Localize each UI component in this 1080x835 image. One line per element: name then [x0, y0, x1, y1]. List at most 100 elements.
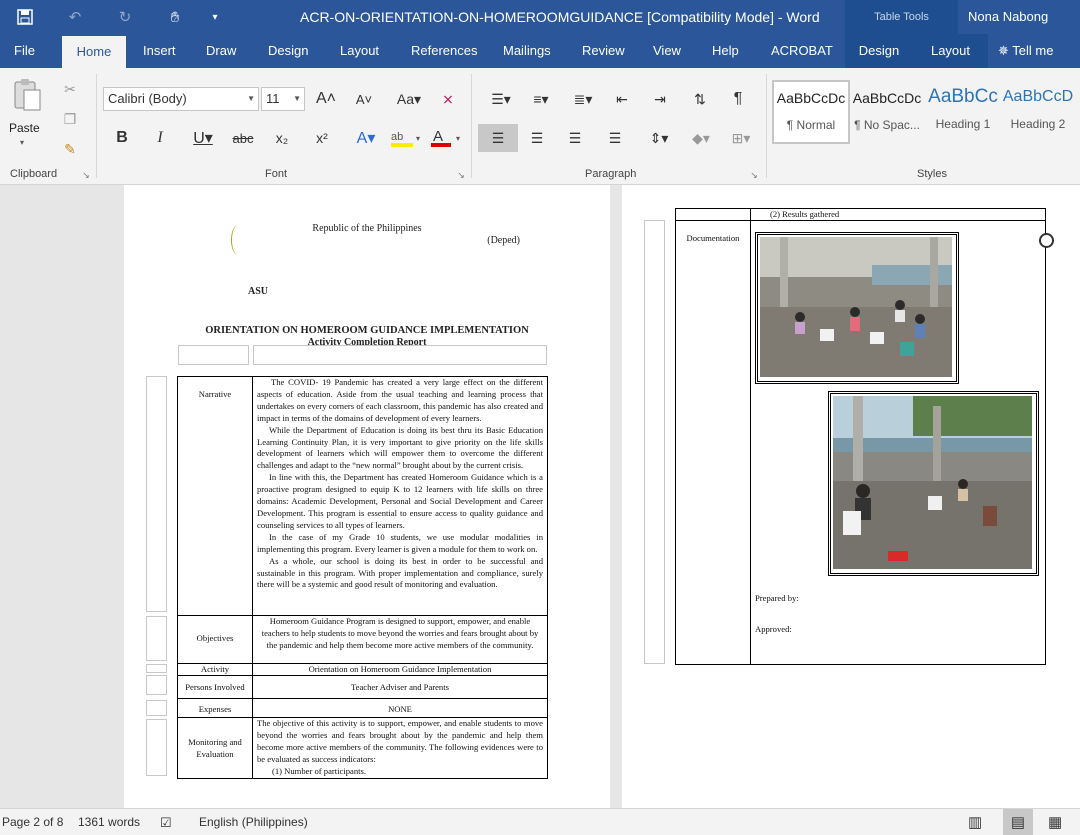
tab-design[interactable]: Design: [262, 34, 314, 68]
borders-icon[interactable]: ⊞▾: [724, 126, 758, 150]
persons-involved-text[interactable]: Teacher Adviser and Parents: [257, 682, 543, 694]
image-rotate-handle[interactable]: [1039, 233, 1054, 248]
chevron-down-icon: ▼: [293, 94, 301, 103]
table-divider: [750, 208, 751, 665]
objectives-text[interactable]: Homeroom Guidance Program is designed to…: [257, 616, 543, 662]
proofing-icon[interactable]: ☑: [160, 809, 172, 835]
tab-table-layout[interactable]: Layout: [913, 34, 988, 68]
expenses-label: Expenses: [198, 704, 232, 714]
increase-indent-icon[interactable]: ⇥: [648, 88, 672, 110]
activity-text[interactable]: Orientation on Homeroom Guidance Impleme…: [257, 664, 543, 676]
monitoring-item-1[interactable]: (1) Number of participants.: [272, 766, 532, 778]
group-divider: [96, 74, 97, 178]
lightbulb-icon: ✵︎: [998, 43, 1009, 58]
undo-icon[interactable]: ↶: [50, 0, 100, 34]
change-case-icon[interactable]: Aa▾: [392, 88, 426, 110]
font-launcher-icon[interactable]: ↘: [455, 168, 467, 182]
paste-dropdown-icon[interactable]: ▾: [20, 138, 24, 147]
read-mode-icon[interactable]: ▥: [968, 809, 982, 835]
style-heading-2[interactable]: AaBbCcD Heading 2: [1002, 82, 1074, 142]
highlight-color-icon[interactable]: ab ▾: [388, 126, 426, 150]
underline-icon[interactable]: U▾: [186, 126, 220, 150]
outer-table-cell: [146, 700, 167, 716]
clear-formatting-icon[interactable]: ⨯: [436, 88, 460, 110]
page-count[interactable]: Page 2 of 8: [2, 809, 63, 835]
tab-mailings[interactable]: Mailings: [497, 34, 557, 68]
style-heading-1[interactable]: AaBbCc Heading 1: [926, 82, 1000, 142]
paste-icon[interactable]: [8, 76, 46, 114]
document-canvas[interactable]: Republic of the Philippines (Deped) ASU …: [0, 185, 1080, 808]
clipboard-launcher-icon[interactable]: ↘: [80, 168, 92, 182]
seal-logo-fragment: [231, 225, 245, 255]
user-name[interactable]: Nona Nabong: [968, 0, 1048, 34]
shading-icon[interactable]: ◆▾: [684, 126, 718, 150]
save-icon[interactable]: [0, 0, 50, 34]
grow-font-icon[interactable]: A˄: [314, 88, 338, 110]
tab-insert[interactable]: Insert: [137, 34, 182, 68]
narrative-label: Narrative: [198, 389, 232, 399]
tab-layout[interactable]: Layout: [334, 34, 385, 68]
web-layout-icon[interactable]: ▦: [1048, 809, 1062, 835]
font-name-combo[interactable]: Calibri (Body) ▼: [103, 87, 259, 111]
narrative-paragraph: As a whole, our school is doing its best…: [257, 555, 543, 590]
tab-view[interactable]: View: [647, 34, 687, 68]
style-normal[interactable]: AaBbCcDc ¶ Normal: [774, 82, 848, 142]
objectives-label: Objectives: [196, 633, 234, 643]
monitoring-item-2[interactable]: (2) Results gathered: [770, 209, 970, 221]
document-page-2[interactable]: (2) Results gathered Documentation Prepa…: [622, 185, 1080, 808]
paragraph-launcher-icon[interactable]: ↘: [748, 168, 760, 182]
decrease-indent-icon[interactable]: ⇤: [610, 88, 634, 110]
justify-icon[interactable]: ☰: [602, 126, 628, 150]
format-painter-icon[interactable]: ✎︎: [58, 138, 82, 160]
tab-references[interactable]: References: [405, 34, 483, 68]
documentation-label: Documentation: [686, 233, 740, 243]
tab-table-design[interactable]: Design: [845, 34, 913, 68]
cut-icon[interactable]: ✂︎: [58, 78, 82, 100]
monitoring-text[interactable]: The objective of this activity is to sup…: [257, 718, 543, 766]
documentation-photo-2[interactable]: [828, 391, 1039, 576]
tab-home[interactable]: Home: [62, 36, 126, 68]
expenses-text[interactable]: NONE: [257, 704, 543, 716]
report-title: ORIENTATION ON HOMEROOM GUIDANCE IMPLEME…: [205, 325, 529, 336]
style-name: Heading 1: [935, 117, 991, 131]
align-left-icon[interactable]: ☰: [478, 124, 518, 152]
outer-table-cell: [146, 675, 167, 695]
tab-draw[interactable]: Draw: [200, 34, 242, 68]
tab-help[interactable]: Help: [706, 34, 745, 68]
narrative-text[interactable]: The COVID- 19 Pandemic has created a ver…: [257, 377, 543, 613]
numbering-icon[interactable]: ≡▾: [524, 88, 558, 110]
bold-icon[interactable]: B: [110, 126, 134, 150]
superscript-icon[interactable]: x²: [310, 126, 334, 150]
show-formatting-icon[interactable]: ¶: [726, 88, 750, 110]
line-spacing-icon[interactable]: ⇕▾: [642, 126, 676, 150]
sort-icon[interactable]: ⇅: [688, 88, 712, 110]
narrative-paragraph: In line with this, the Department has cr…: [257, 472, 543, 530]
shrink-font-icon[interactable]: A˅: [352, 88, 376, 110]
tab-acrobat[interactable]: ACROBAT: [765, 34, 839, 68]
redo-icon[interactable]: ↻: [100, 0, 150, 34]
word-count[interactable]: 1361 words: [78, 809, 140, 835]
copy-icon[interactable]: ❐: [58, 108, 82, 130]
language-indicator[interactable]: English (Philippines): [199, 809, 308, 835]
documentation-photo-1[interactable]: [755, 232, 959, 384]
align-center-icon[interactable]: ☰: [524, 126, 550, 150]
font-size-combo[interactable]: 11 ▼: [261, 87, 305, 111]
tab-file[interactable]: File: [8, 34, 41, 68]
tab-review[interactable]: Review: [576, 34, 631, 68]
bullets-icon[interactable]: ☰▾: [484, 88, 518, 110]
multilevel-list-icon[interactable]: ≣▾: [566, 88, 600, 110]
document-page-1[interactable]: Republic of the Philippines (Deped) ASU …: [124, 185, 610, 808]
print-layout-icon[interactable]: ▤: [1003, 809, 1033, 835]
align-right-icon[interactable]: ☰: [562, 126, 588, 150]
paste-button[interactable]: Paste: [9, 121, 40, 135]
touch-mode-icon[interactable]: ✋︎: [150, 0, 200, 34]
strikethrough-icon[interactable]: abc: [230, 126, 256, 150]
font-color-icon[interactable]: A ▾: [428, 126, 466, 150]
tell-me-box[interactable]: ✵︎ Tell me: [992, 34, 1059, 68]
text-effects-icon[interactable]: A▾: [350, 126, 382, 150]
subscript-icon[interactable]: x₂: [270, 126, 294, 150]
style-no-spacing[interactable]: AaBbCcDc ¶ No Spac...: [850, 82, 924, 142]
customize-qat-icon[interactable]: ▾: [200, 0, 230, 34]
italic-icon[interactable]: I: [148, 126, 172, 150]
approved-label: Approved:: [755, 624, 792, 634]
